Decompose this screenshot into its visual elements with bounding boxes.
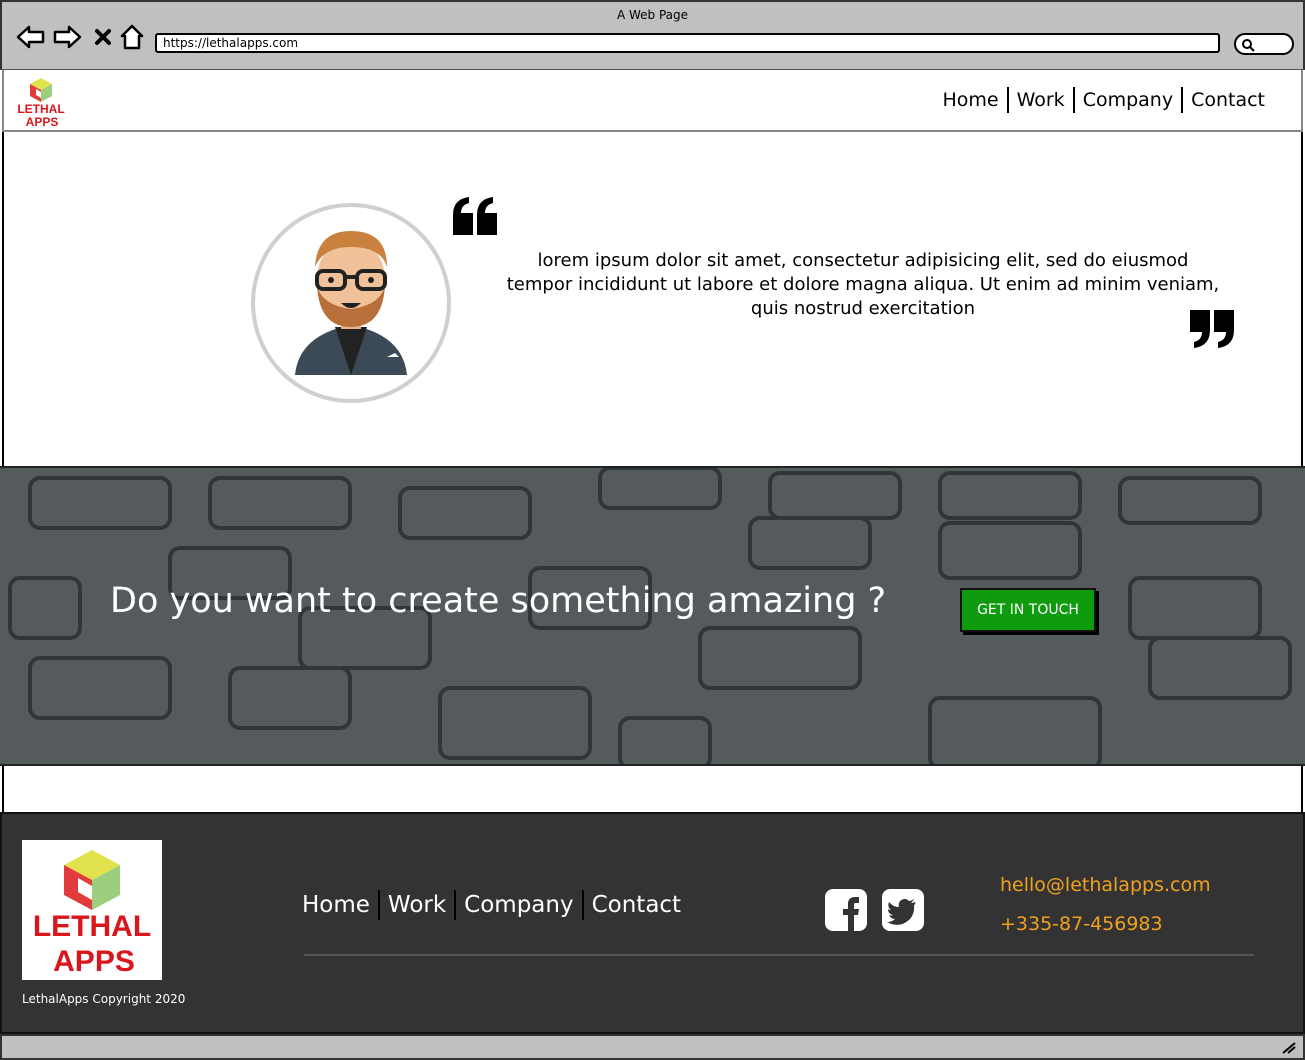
back-arrow-icon (16, 25, 45, 49)
footer-nav-work[interactable]: Work (380, 892, 454, 918)
site-footer: LETHAL APPS LethalApps Copyright 2020 Ho… (0, 812, 1305, 1034)
svg-text:APPS: APPS (26, 115, 59, 128)
svg-text:LETHAL: LETHAL (17, 102, 64, 116)
footer-email-link[interactable]: hello@lethalapps.com (1000, 874, 1211, 896)
footer-nav-contact[interactable]: Contact (584, 892, 689, 918)
lethal-apps-logo: LETHAL APPS (33, 850, 151, 978)
home-icon (120, 24, 144, 50)
close-icon (95, 29, 111, 45)
open-quote-icon (453, 197, 497, 235)
twitter-link[interactable] (881, 888, 925, 932)
header-logo[interactable]: LETHAL APPS (16, 76, 66, 129)
browser-search-field[interactable] (1234, 33, 1294, 55)
copyright-text: LethalApps Copyright 2020 (22, 992, 186, 1006)
cta-headline: Do you want to create something amazing … (110, 581, 887, 621)
status-bar (0, 1034, 1305, 1060)
footer-logo[interactable]: LETHAL APPS (22, 840, 162, 980)
url-bar[interactable]: https://lethalapps.com (155, 33, 1220, 53)
home-button[interactable] (117, 22, 147, 52)
testimonial-section: lorem ipsum dolor sit amet, consectetur … (2, 132, 1303, 466)
nav-contact[interactable]: Contact (1183, 89, 1273, 111)
top-nav: Home Work Company Contact (934, 87, 1273, 113)
get-in-touch-button[interactable]: GET IN TOUCH (960, 588, 1096, 632)
footer-nav: Home Work Company Contact (302, 890, 689, 920)
section-spacer (2, 766, 1303, 812)
facebook-link[interactable] (824, 888, 868, 932)
lethal-apps-logo: LETHAL APPS (17, 78, 65, 129)
svg-text:LETHAL: LETHAL (33, 910, 151, 943)
nav-home[interactable]: Home (934, 89, 1006, 111)
back-button[interactable] (16, 22, 46, 52)
footer-divider (304, 954, 1254, 956)
search-icon (1242, 39, 1255, 52)
window-title: A Web Page (616, 8, 689, 22)
close-quote-icon (1190, 310, 1234, 348)
site-header: LETHAL APPS Home Work Company Contact (2, 70, 1303, 132)
footer-nav-home[interactable]: Home (302, 892, 378, 918)
footer-phone-link[interactable]: +335-87-456983 (1000, 913, 1163, 935)
testimonial-quote: lorem ipsum dolor sit amet, consectetur … (506, 250, 1220, 319)
browser-chrome: A Web Page https://lethalapps.com (0, 0, 1305, 70)
nav-company[interactable]: Company (1075, 89, 1181, 111)
cta-banner: Do you want to create something amazing … (0, 466, 1305, 766)
forward-arrow-icon (53, 25, 82, 49)
stop-button[interactable] (88, 22, 118, 52)
svg-text:APPS: APPS (53, 945, 135, 978)
footer-nav-company[interactable]: Company (456, 892, 581, 918)
avatar (251, 203, 451, 403)
resize-grip-icon[interactable] (1281, 1040, 1297, 1054)
twitter-icon (882, 889, 924, 931)
forward-button[interactable] (52, 22, 82, 52)
bearded-man-avatar-icon (295, 231, 407, 375)
facebook-icon (825, 889, 867, 931)
nav-work[interactable]: Work (1009, 89, 1073, 111)
